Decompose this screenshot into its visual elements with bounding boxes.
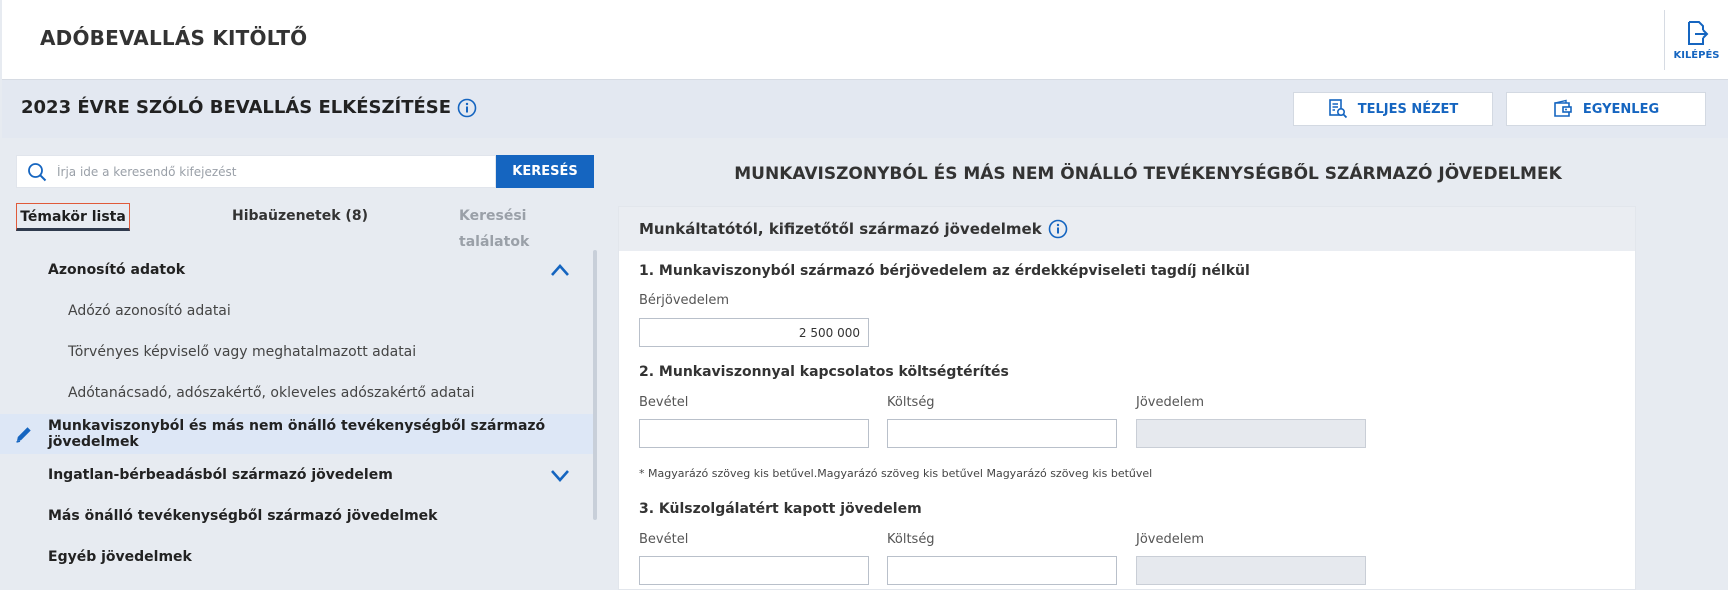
nav-item-label: Törvényes képviselő vagy meghatalmazott … (68, 344, 417, 360)
q3-revenue-label: Bevétel (639, 532, 689, 547)
income-card: Munkáltatótól, kifizetőtől származó jöve… (618, 206, 1636, 590)
nav-scrollbar[interactable] (593, 250, 597, 520)
nav-item-label: Ingatlan-bérbeadásból származó jövedelem (48, 467, 393, 483)
logout-icon (1687, 20, 1708, 45)
section-title: MUNKAVISZONYBÓL ÉS MÁS NEM ÖNÁLLÓ TEVÉKE… (734, 164, 1562, 184)
info-icon[interactable] (457, 98, 477, 118)
tab-search-results[interactable]: Keresési találatok (459, 203, 594, 250)
nav-item-other-income[interactable]: Egyéb jövedelmek (0, 537, 593, 577)
nav-item-label: Adótanácsadó, adószakértő, okleveles adó… (68, 385, 475, 401)
card-header: Munkáltatótól, kifizetőtől származó jöve… (619, 207, 1635, 251)
card-title: Munkáltatótól, kifizetőtől származó jöve… (639, 220, 1042, 238)
q3-income-input (1136, 556, 1366, 585)
nav-item-label: Munkaviszonyból és más nem önálló tevéke… (48, 418, 546, 450)
q2-income-input (1136, 419, 1366, 448)
q2-income-label: Jövedelem (1136, 395, 1205, 410)
balance-button[interactable]: EGYENLEG (1506, 92, 1706, 126)
nav-item-label: Más önálló tevékenységből származó jöved… (48, 508, 438, 524)
q2-revenue-label: Bevétel (639, 395, 689, 410)
info-icon[interactable] (1048, 219, 1068, 239)
nav-item-label: Egyéb jövedelmek (48, 549, 192, 565)
q3-cost-label: Költség (887, 532, 935, 547)
full-view-label: TELJES NÉZET (1357, 101, 1459, 117)
search-input[interactable] (57, 164, 495, 179)
question-3-title: 3. Külszolgálatért kapott jövedelem (639, 501, 922, 517)
search-button[interactable]: KERESÉS (496, 155, 594, 188)
q2-cost-label: Költség (887, 395, 935, 410)
wage-income-label: Bérjövedelem (639, 293, 730, 308)
logout-button[interactable]: KILÉPÉS (1664, 10, 1728, 70)
full-view-button[interactable]: TELJES NÉZET (1293, 92, 1493, 126)
q3-cost-input[interactable] (887, 556, 1117, 585)
balance-label: EGYENLEG (1582, 101, 1660, 117)
chevron-down-icon[interactable] (550, 468, 570, 482)
nav-item-label: Azonosító adatok (48, 262, 186, 278)
nav-item-identification[interactable]: Azonosító adatok (0, 250, 593, 290)
pencil-icon (16, 427, 31, 443)
tab-bar: Témakör lista Hibaüzenetek (8) Keresési … (16, 203, 594, 250)
nav-item-employment-income[interactable]: Munkaviszonyból és más nem önálló tevéke… (0, 414, 593, 454)
q2-cost-input[interactable] (887, 419, 1117, 448)
q3-revenue-input[interactable] (639, 556, 869, 585)
q2-revenue-input[interactable] (639, 419, 869, 448)
sub-header: 2023 ÉVRE SZÓLÓ BEVALLÁS ELKÉSZÍTÉSE TEL… (2, 80, 1728, 138)
search-bar: KERESÉS (16, 155, 594, 188)
page-title-text: 2023 ÉVRE SZÓLÓ BEVALLÁS ELKÉSZÍTÉSE (21, 97, 452, 118)
nav-item-tax-advisor-data[interactable]: Adótanácsadó, adószakértő, okleveles adó… (0, 373, 593, 413)
tab-topic-list[interactable]: Témakör lista (16, 203, 130, 231)
nav-item-representative-data[interactable]: Törvényes képviselő vagy meghatalmazott … (0, 332, 593, 372)
document-search-icon (1328, 99, 1347, 119)
chevron-up-icon[interactable] (550, 263, 570, 277)
nav-item-taxpayer-data[interactable]: Adózó azonosító adatai (0, 291, 593, 331)
topic-list: Azonosító adatok Adózó azonosító adatai … (0, 250, 596, 590)
wallet-icon (1554, 99, 1572, 117)
logout-label: KILÉPÉS (1673, 49, 1720, 61)
page-title: 2023 ÉVRE SZÓLÓ BEVALLÁS ELKÉSZÍTÉSE (21, 97, 477, 118)
app-title: ADÓBEVALLÁS KITÖLTŐ (40, 26, 308, 50)
question-2-title: 2. Munkaviszonnyal kapcsolatos költségté… (639, 364, 1009, 380)
nav-item-rental-income[interactable]: Ingatlan-bérbeadásból származó jövedelem (0, 455, 593, 495)
wage-income-input[interactable] (639, 318, 869, 347)
nav-item-label: Adózó azonosító adatai (68, 303, 231, 319)
search-field[interactable] (16, 155, 496, 188)
nav-item-self-employment-income[interactable]: Más önálló tevékenységből származó jöved… (0, 496, 593, 536)
tab-error-messages[interactable]: Hibaüzenetek (8) (232, 203, 368, 231)
explanatory-note: * Magyarázó szöveg kis betűvel.Magyarázó… (639, 467, 1153, 480)
top-bar: ADÓBEVALLÁS KITÖLTŐ KILÉPÉS (2, 0, 1728, 80)
question-1-title: 1. Munkaviszonyból származó bérjövedelem… (639, 263, 1250, 279)
search-icon (28, 162, 47, 181)
q3-income-label: Jövedelem (1136, 532, 1205, 547)
